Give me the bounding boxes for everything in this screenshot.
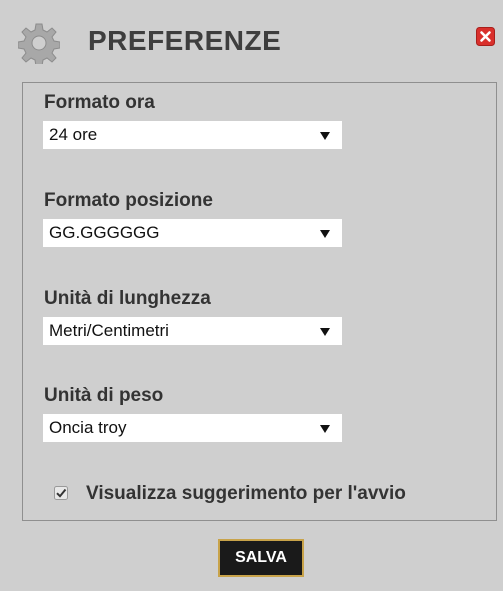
time-format-label: Formato ora: [44, 92, 155, 113]
time-format-value: 24 ore: [49, 125, 98, 144]
length-unit-label: Unità di lunghezza: [44, 288, 211, 309]
time-format-select[interactable]: 24 ore: [43, 121, 342, 149]
dialog-title: PREFERENZE: [88, 25, 282, 56]
preferences-panel: Formato ora 24 ore Formato posizione GG.…: [22, 82, 497, 521]
weight-unit-label: Unità di peso: [44, 385, 164, 406]
position-format-select[interactable]: GG.GGGGGG: [43, 219, 342, 247]
weight-unit-select[interactable]: Oncia troy: [43, 414, 342, 442]
preferences-dialog: PREFERENZE Formato ora 24 ore Formato po…: [0, 0, 503, 591]
startup-tip-checkbox[interactable]: [54, 486, 68, 500]
position-format-value: GG.GGGGGG: [49, 223, 160, 242]
chevron-down-icon: [320, 230, 330, 238]
chevron-down-icon: [320, 132, 330, 140]
startup-tip-label: Visualizza suggerimento per l'avvio: [86, 483, 406, 504]
length-unit-value: Metri/Centimetri: [49, 321, 169, 340]
chevron-down-icon: [320, 425, 330, 433]
close-icon[interactable]: [476, 27, 495, 46]
dialog-header: PREFERENZE: [0, 0, 503, 82]
weight-unit-value: Oncia troy: [49, 418, 127, 437]
gear-icon: [17, 22, 61, 67]
chevron-down-icon: [320, 328, 330, 336]
save-button[interactable]: SALVA: [218, 539, 304, 577]
length-unit-select[interactable]: Metri/Centimetri: [43, 317, 342, 345]
position-format-label: Formato posizione: [44, 190, 213, 211]
